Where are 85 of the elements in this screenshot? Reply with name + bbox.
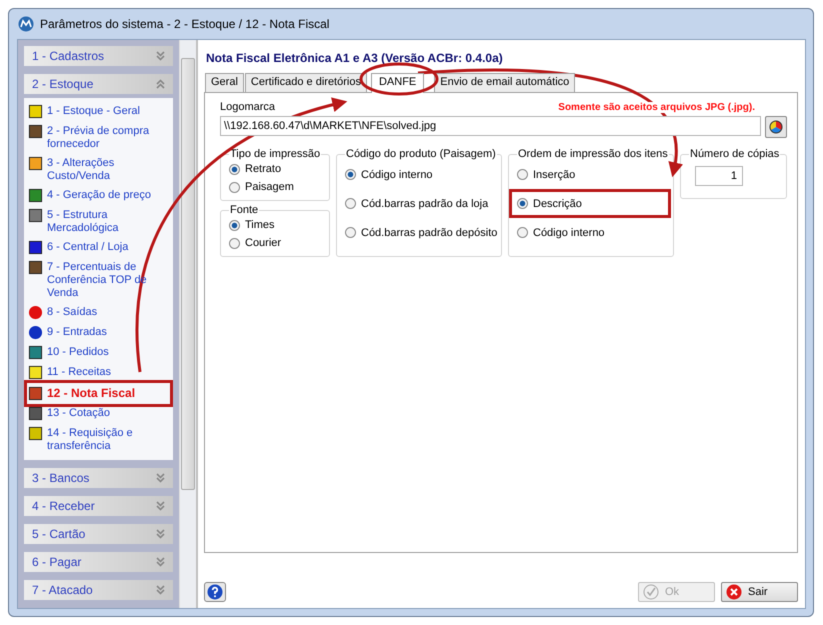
sidebar-item[interactable]: 3 - Alterações Custo/Venda: [28, 154, 172, 186]
group-header[interactable]: 4 - Receber: [24, 496, 174, 516]
item-icon: [28, 124, 43, 139]
group-header[interactable]: 3 - Bancos: [24, 468, 174, 488]
warning-note: Somente são aceitos arquivos JPG (.jpg).: [558, 102, 755, 113]
group-header[interactable]: 5 - Cartão: [24, 524, 174, 544]
group-header[interactable]: 6 - Pagar: [24, 552, 174, 572]
scrollbar[interactable]: [179, 40, 196, 608]
group-title: Tipo de impressão: [229, 148, 322, 160]
tab[interactable]: Geral: [205, 73, 244, 92]
radio-option[interactable]: Inserção: [517, 160, 669, 189]
radio-button[interactable]: [229, 182, 240, 192]
item-icon: [28, 325, 43, 340]
window-title: Parâmetros do sistema - 2 - Estoque / 12 - Nota Fiscal: [40, 17, 330, 31]
color-wheel-icon: [769, 120, 783, 134]
group-title: Fonte: [229, 204, 260, 216]
radio-button[interactable]: [345, 198, 356, 209]
field-label: Logomarca: [220, 101, 276, 113]
radio-button[interactable]: [517, 227, 528, 238]
item-icon: [28, 386, 43, 400]
item-icon: [28, 365, 43, 380]
close-icon: [726, 584, 742, 600]
radio-button[interactable]: [229, 238, 240, 248]
radio-option[interactable]: Cód.barras padrão da loja: [345, 189, 497, 218]
radio-button[interactable]: [229, 220, 240, 230]
item-icon: [28, 260, 43, 275]
sidebar-item[interactable]: 1 - Estoque - Geral: [28, 102, 172, 122]
sidebar-item[interactable]: 9 - Entradas: [28, 323, 172, 343]
color-picker-button[interactable]: [765, 116, 787, 138]
radio-button[interactable]: [345, 227, 356, 238]
group-header[interactable]: 1 - Cadastros: [24, 46, 174, 66]
sidebar-item[interactable]: 2 - Prévia de compra fornecedor: [28, 122, 172, 154]
sidebar-item[interactable]: 12 - Nota Fiscal: [24, 380, 174, 407]
radio-option[interactable]: Cód.barras padrão depósito: [345, 218, 497, 247]
item-icon: [28, 240, 43, 255]
sidebar-item[interactable]: 13 - Cotação: [28, 404, 172, 424]
item-icon: [28, 188, 43, 203]
sidebar-item[interactable]: 10 - Pedidos: [28, 343, 172, 363]
item-icon: [28, 426, 43, 441]
copies-field[interactable]: 1: [695, 166, 743, 186]
group-title: Ordem de impressão dos itens: [517, 148, 669, 160]
radio-button[interactable]: [517, 198, 528, 209]
exit-button[interactable]: Sair: [721, 582, 798, 602]
radio-option[interactable]: Código interno: [517, 218, 669, 247]
tab[interactable]: DANFE: [370, 73, 424, 93]
tab[interactable]: Envio de email automático: [434, 73, 576, 92]
radio-option[interactable]: Código interno: [345, 160, 497, 189]
group-header[interactable]: 2 - Estoque: [24, 74, 174, 94]
radio-option[interactable]: Retrato: [229, 160, 325, 178]
expand-chevron-icon: [156, 529, 166, 539]
item-icon: [28, 406, 43, 421]
item-icon: [28, 345, 43, 360]
expand-chevron-icon: [156, 473, 166, 483]
app-logo-icon: [18, 16, 34, 32]
sidebar-item[interactable]: 4 - Geração de preço: [28, 186, 172, 206]
item-icon: [28, 305, 43, 320]
radio-option[interactable]: Paisagem: [229, 178, 325, 196]
radio-button[interactable]: [229, 164, 240, 174]
expand-chevron-icon: [156, 585, 166, 595]
tab[interactable]: Certificado e diretórios: [244, 73, 367, 92]
sidebar-item[interactable]: 14 - Requisição e transferência: [28, 424, 172, 456]
radio-button[interactable]: [345, 169, 356, 180]
item-icon: [28, 104, 43, 119]
logo-path-field[interactable]: \\192.168.60.47\d\MARKET\NFE\solved.jpg: [220, 116, 761, 136]
radio-option[interactable]: Courier: [229, 234, 325, 252]
radio-button[interactable]: [517, 169, 528, 180]
checkmark-icon: [643, 584, 659, 600]
radio-option[interactable]: Times: [229, 216, 325, 234]
radio-option[interactable]: Descrição: [509, 189, 671, 218]
section-heading: Nota Fiscal Eletrônica A1 e A3 (Versão ACBr: 0.4.0a): [206, 51, 504, 65]
expand-chevron-icon: [156, 51, 166, 61]
collapse-chevron-icon: [156, 79, 166, 89]
help-button[interactable]: [204, 582, 226, 602]
item-icon: [28, 156, 43, 171]
sidebar-item[interactable]: 11 - Receitas: [28, 363, 172, 383]
group-title: Código do produto (Paisagem): [345, 148, 497, 160]
sidebar-item[interactable]: 5 - Estrutura Mercadológica: [28, 206, 172, 238]
sidebar-item[interactable]: 8 - Saídas: [28, 303, 172, 323]
expand-chevron-icon: [156, 557, 166, 567]
sidebar-item[interactable]: 6 - Central / Loja: [28, 238, 172, 258]
expand-chevron-icon: [156, 501, 166, 511]
group-header[interactable]: 7 - Atacado: [24, 580, 174, 600]
group-title: Número de cópias: [689, 148, 780, 160]
help-icon: [207, 584, 223, 600]
item-icon: [28, 208, 43, 223]
